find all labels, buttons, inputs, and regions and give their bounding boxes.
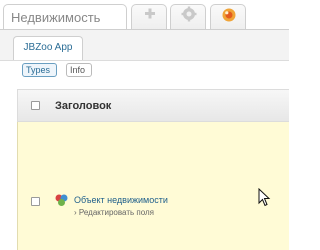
settings-tab-button[interactable]: [170, 4, 206, 30]
add-tab-button[interactable]: [131, 4, 167, 30]
type-icon: [55, 194, 68, 206]
table-row: Объект недвижимости › Редактировать поля: [17, 122, 289, 250]
app-logo-icon: [222, 8, 236, 22]
edit-fields-link[interactable]: › Редактировать поля: [74, 208, 154, 217]
tab-realty[interactable]: Недвижимость: [3, 4, 127, 30]
tab-realty-label: Недвижимость: [11, 10, 101, 25]
gear-icon: [181, 6, 197, 22]
types-filter-button[interactable]: Types: [22, 63, 57, 77]
mouse-cursor-icon: [258, 188, 271, 207]
row-checkbox[interactable]: [31, 197, 40, 206]
column-title-header[interactable]: Заголовок: [55, 100, 111, 112]
row-title-link[interactable]: Объект недвижимости: [74, 195, 168, 205]
plus-icon: [145, 8, 155, 19]
table-header: Заголовок: [17, 89, 289, 122]
app-tab-button[interactable]: [210, 4, 246, 30]
select-all-checkbox[interactable]: [31, 101, 40, 110]
info-filter-button[interactable]: Info: [66, 63, 92, 77]
app-tab-jbzoo[interactable]: JBZoo App: [13, 36, 83, 60]
